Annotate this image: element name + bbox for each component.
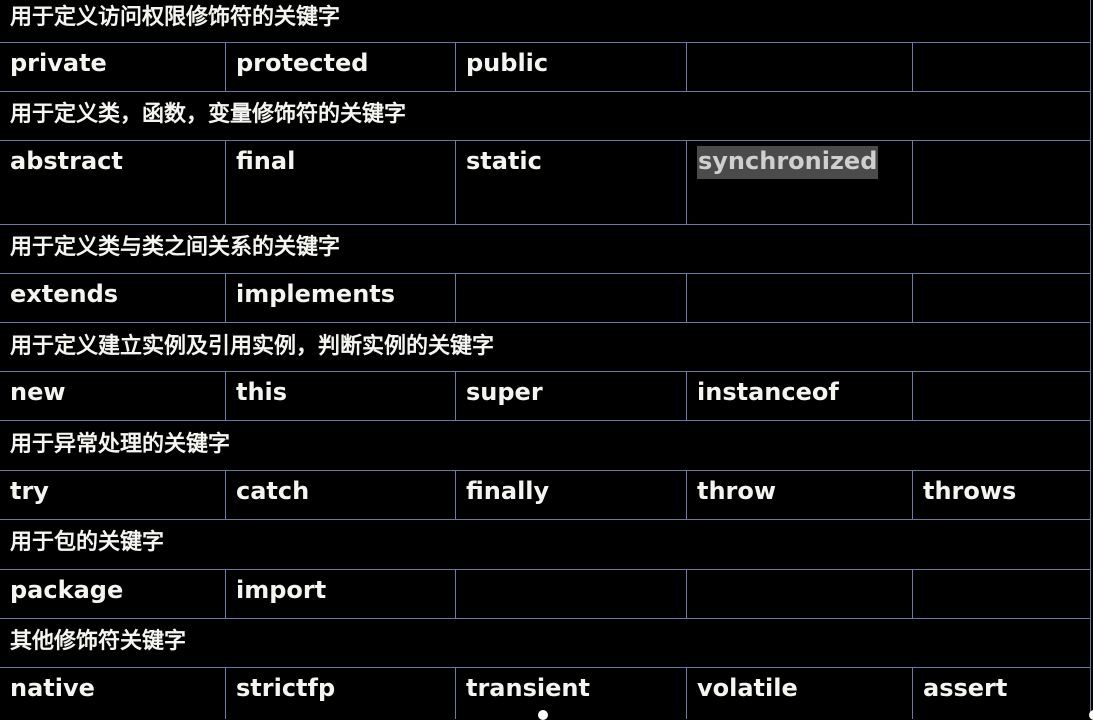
keyword-cell: strictfp xyxy=(225,668,455,719)
keyword-row-exception-handling: try catch finally throw throws xyxy=(0,470,1090,520)
keyword-cell: assert xyxy=(912,668,1090,719)
keyword-cell-empty xyxy=(455,274,686,322)
keyword-row-package: package import xyxy=(0,569,1090,619)
keyword-cell-empty xyxy=(686,570,912,618)
keyword-row-instance: new this super instanceof xyxy=(0,371,1090,421)
keyword-cell: super xyxy=(455,372,686,420)
java-keywords-table: 用于定义访问权限修饰符的关键字 private protected public… xyxy=(0,0,1091,719)
keyword-row-class-relationship: extends implements xyxy=(0,273,1090,323)
keyword-cell: transient xyxy=(455,668,686,719)
keyword-cell-empty xyxy=(912,372,1090,420)
keyword-cell-empty xyxy=(912,274,1090,322)
keyword-cell: native xyxy=(10,674,95,702)
keyword-cell: finally xyxy=(455,471,686,519)
keyword-row-access-modifiers: private protected public xyxy=(0,42,1090,92)
keyword-cell-empty xyxy=(455,570,686,618)
keyword-cell: final xyxy=(225,141,455,224)
keyword-cell-empty xyxy=(686,274,912,322)
keyword-cell-empty xyxy=(686,43,912,91)
section-heading-class-function-variable-modifiers: 用于定义类，函数，变量修饰符的关键字 xyxy=(10,102,407,127)
selected-text-highlight[interactable]: synchronized xyxy=(697,146,879,179)
section-heading-access-modifiers: 用于定义访问权限修饰符的关键字 xyxy=(10,5,341,30)
keyword-cell: volatile xyxy=(686,668,912,719)
keyword-cell: try xyxy=(10,477,49,505)
section-heading-instance: 用于定义建立实例及引用实例，判断实例的关键字 xyxy=(10,334,495,359)
resize-handle[interactable] xyxy=(538,710,548,720)
keyword-cell: implements xyxy=(225,274,455,322)
keyword-cell: private xyxy=(10,49,107,77)
section-heading-class-relationship: 用于定义类与类之间关系的关键字 xyxy=(10,235,341,260)
keyword-row-class-function-variable-modifiers: abstract final static synchronized xyxy=(0,140,1090,225)
keyword-cell: instanceof xyxy=(686,372,912,420)
keyword-cell: abstract xyxy=(10,147,123,175)
keyword-cell: throw xyxy=(686,471,912,519)
keyword-cell: public xyxy=(455,43,686,91)
resize-handle[interactable] xyxy=(1089,710,1093,720)
section-heading-exception-handling: 用于异常处理的关键字 xyxy=(10,432,231,457)
keyword-cell: new xyxy=(10,378,66,406)
section-heading-package: 用于包的关键字 xyxy=(10,530,165,555)
keyword-cell: extends xyxy=(10,280,119,308)
keyword-cell-empty xyxy=(912,570,1090,618)
keyword-cell: catch xyxy=(225,471,455,519)
section-heading-other-modifiers: 其他修饰符关键字 xyxy=(10,629,187,654)
keyword-cell: synchronized xyxy=(686,141,912,224)
keyword-cell: static xyxy=(455,141,686,224)
keyword-cell: protected xyxy=(225,43,455,91)
keyword-cell: throws xyxy=(912,471,1090,519)
keyword-cell-empty xyxy=(912,43,1090,91)
keyword-cell: package xyxy=(10,576,124,604)
keyword-cell: import xyxy=(225,570,455,618)
keyword-cell: this xyxy=(225,372,455,420)
keyword-cell-empty xyxy=(912,141,1090,224)
